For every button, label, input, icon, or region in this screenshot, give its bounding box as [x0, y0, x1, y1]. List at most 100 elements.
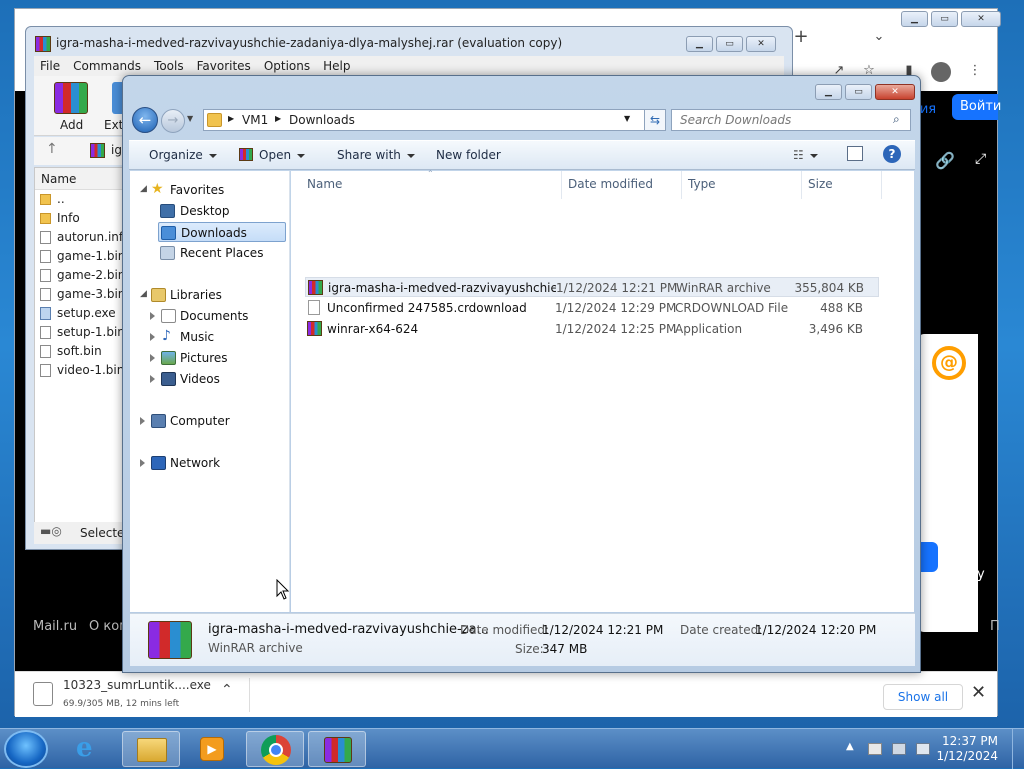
collapsed-arrow-icon[interactable]: [150, 354, 155, 362]
list-item[interactable]: setup-1.bin: [35, 323, 125, 342]
menu-commands[interactable]: Commands: [73, 59, 141, 73]
download-filename[interactable]: 10323_sumrLuntik....exe: [63, 678, 211, 692]
collapsed-arrow-icon[interactable]: [150, 312, 155, 320]
nav-desktop[interactable]: Desktop: [160, 201, 288, 221]
search-input[interactable]: Search Downloads: [671, 109, 911, 131]
search-icon[interactable]: ⌕: [893, 112, 900, 127]
nav-videos[interactable]: Videos: [150, 369, 288, 389]
explorer-close-button[interactable]: ✕: [875, 84, 915, 100]
column-header-size[interactable]: Size: [808, 177, 833, 191]
nav-pictures[interactable]: Pictures: [150, 348, 288, 368]
taskbar-winrar[interactable]: [308, 731, 366, 767]
login-button[interactable]: Войти: [952, 94, 1001, 120]
address-bar[interactable]: ▶ VM1 ▶ Downloads ▼: [203, 109, 665, 131]
taskbar-media-player[interactable]: ▶: [184, 731, 242, 767]
share-with-button[interactable]: Share with: [337, 148, 415, 162]
nav-documents[interactable]: Documents: [150, 306, 288, 326]
chrome-maximize-button[interactable]: ▭: [931, 11, 958, 27]
open-button[interactable]: Open: [239, 148, 306, 162]
chevron-up-icon[interactable]: ⌃: [221, 682, 233, 698]
column-divider[interactable]: [881, 171, 882, 199]
volume-muted-icon[interactable]: [916, 743, 930, 755]
add-icon[interactable]: [54, 82, 88, 114]
system-clock[interactable]: 12:37 PM 1/12/2024: [936, 734, 998, 764]
link-icon[interactable]: 🔗: [935, 151, 955, 170]
menu-options[interactable]: Options: [264, 59, 310, 73]
taskbar-chrome[interactable]: [246, 731, 304, 767]
list-item[interactable]: game-3.bin: [35, 285, 125, 304]
column-divider[interactable]: [561, 171, 562, 199]
action-center-flag-icon[interactable]: [868, 743, 882, 755]
nav-favorites[interactable]: ◢ ★ Favorites: [140, 180, 288, 200]
profile-avatar[interactable]: [931, 62, 951, 82]
show-all-button[interactable]: Show all: [883, 684, 963, 710]
list-item[interactable]: Info: [35, 209, 125, 228]
address-dropdown-icon[interactable]: ▼: [624, 114, 630, 123]
column-header-date[interactable]: Date modified: [568, 177, 653, 191]
column-header-name[interactable]: Name: [35, 168, 125, 190]
view-options-icon[interactable]: ☷: [793, 148, 818, 162]
column-divider[interactable]: [681, 171, 682, 199]
breadcrumb-downloads[interactable]: Downloads: [289, 113, 355, 127]
nav-recent-places[interactable]: Recent Places: [160, 243, 288, 263]
start-button[interactable]: [4, 730, 48, 768]
winrar-minimize-button[interactable]: ▁: [686, 36, 713, 52]
nav-network[interactable]: Network: [140, 453, 288, 473]
list-item[interactable]: game-2.bin: [35, 266, 125, 285]
chevron-down-icon[interactable]: ⌄: [865, 27, 893, 47]
nav-music[interactable]: ♪ Music: [150, 327, 288, 347]
back-arrow-icon[interactable]: ←: [132, 107, 158, 133]
list-item[interactable]: ..: [35, 190, 125, 209]
close-icon[interactable]: ✕: [971, 682, 986, 703]
collapsed-arrow-icon[interactable]: [150, 375, 155, 383]
nav-computer[interactable]: Computer: [140, 411, 288, 431]
list-item[interactable]: soft.bin: [35, 342, 125, 361]
recent-pages-chevron-icon[interactable]: ▼: [187, 114, 193, 123]
menu-tools[interactable]: Tools: [154, 59, 184, 73]
column-header-type[interactable]: Type: [688, 177, 716, 191]
file-row[interactable]: winrar-x64-624 1/12/2024 12:25 PM Applic…: [305, 319, 879, 339]
winrar-path[interactable]: ig: [111, 143, 122, 157]
chrome-minimize-button[interactable]: ▁: [901, 11, 928, 27]
expanded-arrow-icon[interactable]: ◢: [140, 179, 147, 199]
explorer-minimize-button[interactable]: ▁: [815, 84, 842, 100]
forward-arrow-icon[interactable]: →: [161, 109, 185, 133]
taskbar-explorer[interactable]: [122, 731, 180, 767]
list-item[interactable]: autorun.inf: [35, 228, 125, 247]
show-desktop-button[interactable]: [1012, 729, 1024, 769]
list-item[interactable]: game-1.bin: [35, 247, 125, 266]
file-row[interactable]: igra-masha-i-medved-razvivayushchie-z...…: [305, 277, 879, 297]
winrar-maximize-button[interactable]: ▭: [716, 36, 743, 52]
collapsed-arrow-icon[interactable]: [140, 459, 145, 467]
kebab-menu-icon[interactable]: ⋮: [961, 61, 989, 81]
breadcrumb-separator-icon[interactable]: ▶: [275, 114, 281, 123]
breadcrumb-separator-icon[interactable]: ▶: [228, 114, 234, 123]
expanded-arrow-icon[interactable]: ◢: [140, 284, 147, 304]
preview-pane-icon[interactable]: [847, 146, 863, 161]
show-hidden-icons-icon[interactable]: ▲: [846, 741, 854, 752]
list-item[interactable]: video-1.bin: [35, 361, 125, 380]
menu-help[interactable]: Help: [323, 59, 350, 73]
breadcrumb-vm1[interactable]: VM1: [242, 113, 268, 127]
nav-downloads[interactable]: Downloads: [158, 222, 286, 242]
new-folder-button[interactable]: New folder: [436, 148, 501, 162]
expand-icon[interactable]: ⤢: [975, 151, 986, 167]
up-arrow-icon[interactable]: ↑: [46, 141, 58, 157]
network-tray-icon[interactable]: [892, 743, 906, 755]
list-item[interactable]: setup.exe: [35, 304, 125, 323]
taskbar-ie[interactable]: e: [60, 731, 118, 767]
nav-libraries[interactable]: ◢ Libraries: [140, 285, 288, 305]
collapsed-arrow-icon[interactable]: [150, 333, 155, 341]
file-row[interactable]: Unconfirmed 247585.crdownload 1/12/2024 …: [305, 298, 879, 318]
organize-button[interactable]: Organize: [149, 148, 217, 162]
refresh-icon[interactable]: ⇆: [644, 109, 666, 131]
menu-favorites[interactable]: Favorites: [197, 59, 251, 73]
help-icon[interactable]: ?: [883, 145, 901, 163]
column-divider[interactable]: [801, 171, 802, 199]
column-header-name[interactable]: Name: [307, 177, 342, 191]
menu-file[interactable]: File: [40, 59, 60, 73]
footer-mail-link[interactable]: Mail.ru: [33, 619, 77, 634]
add-button-label[interactable]: Add: [60, 118, 83, 132]
explorer-maximize-button[interactable]: ▭: [845, 84, 872, 100]
collapsed-arrow-icon[interactable]: [140, 417, 145, 425]
